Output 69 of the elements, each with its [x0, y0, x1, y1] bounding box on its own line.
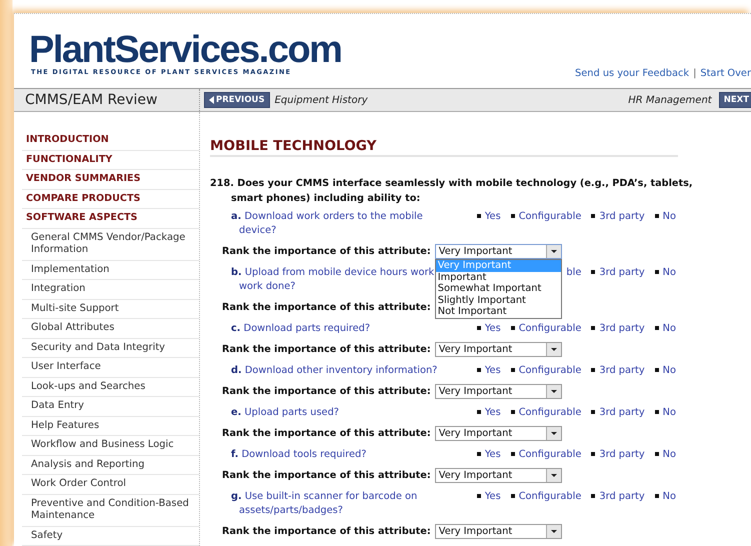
importance-select[interactable]: Very Important [434, 524, 562, 539]
answer-option[interactable]: Configurable [510, 489, 582, 503]
sidebar-item[interactable]: Analysis and Reporting [22, 456, 199, 475]
question-link[interactable]: f. Download tools required? [231, 448, 444, 462]
answer-option[interactable]: 3rd party [591, 489, 645, 503]
importance-select[interactable]: Very Important [434, 244, 562, 259]
answer-option[interactable]: No [654, 363, 676, 377]
answer-option[interactable]: Configurable [510, 209, 582, 223]
previous-page-label: Equipment History [274, 94, 368, 106]
importance-select[interactable]: Very Important [434, 468, 562, 483]
answer-option[interactable]: Configurable [510, 447, 582, 461]
sidebar-section[interactable]: FUNCTIONALITY [22, 150, 199, 170]
importance-select[interactable]: Very Important [434, 342, 562, 357]
question-link[interactable]: e. Upload parts used? [231, 406, 444, 420]
sidebar-item[interactable]: Safety [22, 526, 199, 546]
answer-option[interactable]: No [654, 321, 676, 335]
rank-label: Rank the importance of this attribute: [222, 470, 431, 481]
answer-option[interactable]: Yes [476, 447, 501, 461]
answer-option[interactable]: 3rd party [591, 209, 645, 223]
rank-label: Rank the importance of this attribute: [222, 526, 431, 537]
sidebar-item[interactable]: Preventive and Condition-Based Maintenance [22, 494, 199, 526]
rank-label: Rank the importance of this attribute: [222, 428, 431, 439]
rank-label: Rank the importance of this attribute: [222, 302, 431, 313]
answer-option[interactable]: Yes [476, 405, 501, 419]
rank-label: Rank the importance of this attribute: [222, 246, 431, 257]
sidebar-item[interactable]: Look-ups and Searches [22, 378, 199, 397]
answer-option[interactable]: Configurable [510, 405, 582, 419]
sidebar-item[interactable]: Security and Data Integrity [22, 338, 199, 358]
answer-option[interactable]: Yes [476, 209, 501, 223]
sidebar-item[interactable]: Help Features [22, 416, 199, 436]
answer-option[interactable]: Yes [476, 489, 501, 503]
sidebar-item[interactable]: Multi-site Support [22, 300, 199, 319]
importance-select[interactable]: Very Important [434, 384, 562, 399]
answer-option[interactable]: Configurable [510, 363, 582, 377]
rank-label: Rank the importance of this attribute: [222, 386, 431, 397]
answer-option[interactable]: Configurable [510, 321, 582, 335]
answer-option[interactable]: 3rd party [591, 363, 645, 377]
page-heading: MOBILE TECHNOLOGY [210, 138, 678, 157]
answer-option[interactable]: No [654, 209, 676, 223]
previous-button[interactable]: PREVIOUS [204, 92, 270, 108]
answer-option[interactable]: 3rd party [591, 321, 645, 335]
answer-option[interactable]: 3rd party [591, 265, 645, 279]
sidebar-item[interactable]: Implementation [22, 260, 199, 280]
question-link[interactable]: d. Download other inventory information? [231, 364, 444, 378]
header-link[interactable]: Start Over [700, 68, 751, 79]
question-link[interactable]: g. Use built-in scanner for barcode on assets/parts/badges? [231, 490, 444, 518]
section-title: CMMS/EAM Review [14, 89, 200, 111]
question-link[interactable]: c. Download parts required? [231, 322, 444, 336]
question-link[interactable]: a. Download work orders to the mobile device? [231, 210, 444, 238]
answer-option[interactable]: Yes [476, 363, 501, 377]
question-text: 218. Does your CMMS interface seamlessly with mobile technology (e.g., PDA’s, tablets, smart phones) including ability to: [210, 177, 694, 206]
answer-option[interactable]: No [654, 405, 676, 419]
answer-option[interactable]: No [654, 447, 676, 461]
answer-option[interactable]: 3rd party [591, 405, 645, 419]
left-triangle-icon [209, 96, 214, 104]
answer-option[interactable]: ble [566, 265, 582, 279]
answer-option[interactable]: Yes [476, 321, 501, 335]
header-link[interactable]: Send us your Feedback [575, 68, 690, 79]
sidebar-section[interactable]: COMPARE PRODUCTS [22, 190, 199, 209]
answer-option[interactable]: 3rd party [591, 447, 645, 461]
next-page-label: HR Management [628, 94, 712, 106]
next-button[interactable]: NEXT [718, 92, 751, 108]
sidebar-item[interactable]: General CMMS Vendor/Package Information [22, 228, 199, 260]
answer-option[interactable]: No [654, 489, 676, 503]
answer-option[interactable]: No [654, 265, 676, 279]
rank-label: Rank the importance of this attribute: [222, 344, 431, 355]
site-logo[interactable]: PlantServices.com [29, 32, 342, 68]
link-separator: | [693, 68, 696, 79]
importance-select[interactable]: Very Important [434, 426, 562, 441]
